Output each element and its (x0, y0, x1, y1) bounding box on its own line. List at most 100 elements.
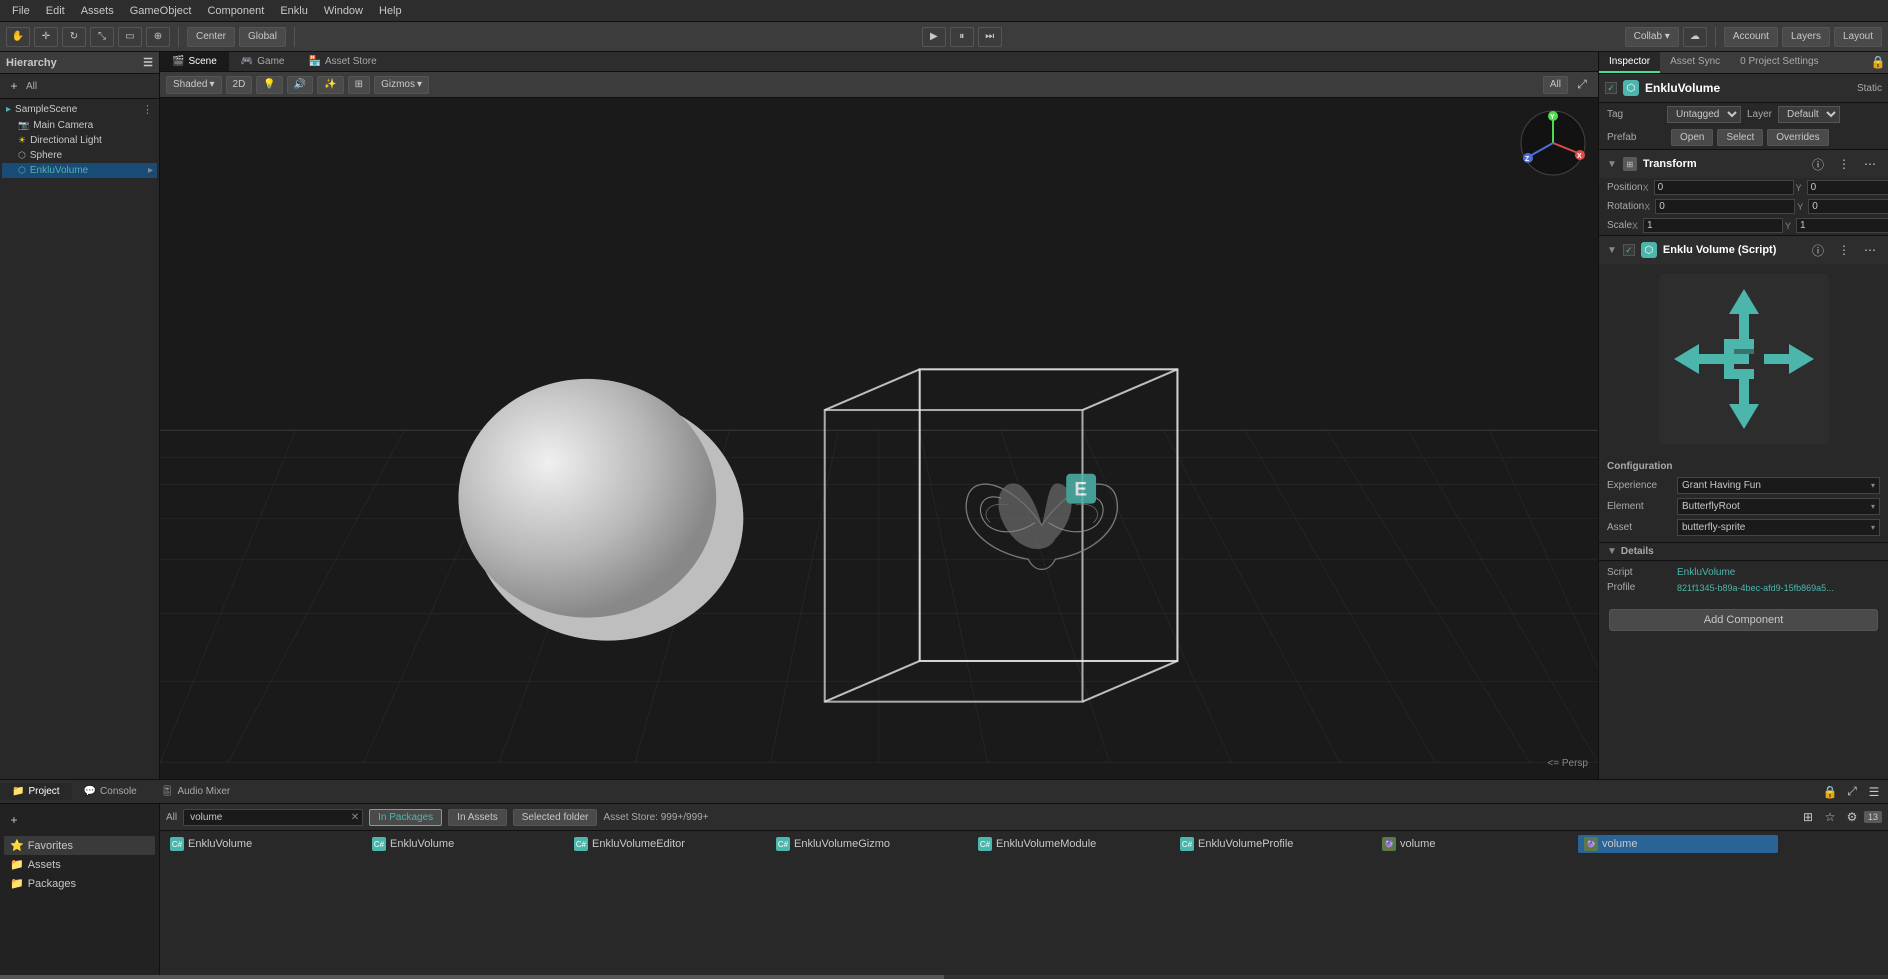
view-icon-btn[interactable]: ⊞ (1798, 807, 1818, 827)
rotation-y-input[interactable] (1808, 199, 1888, 214)
scene-maximize-btn[interactable]: ⤢ (1572, 75, 1592, 95)
tag-dropdown[interactable]: Untagged (1667, 106, 1741, 123)
2d-toggle[interactable]: 2D (226, 76, 253, 94)
scene-lighting-btn[interactable]: 💡 (256, 76, 282, 94)
scene-effects-btn[interactable]: ✨ (317, 76, 343, 94)
tab-console[interactable]: 💬 Console (72, 783, 149, 800)
profile-field-value[interactable]: 821f1345-b89a-4bec-afd9-15fb869a5... (1677, 583, 1834, 593)
sidebar-packages[interactable]: 📁 Packages (4, 874, 155, 893)
hierarchy-scene[interactable]: ▸ SampleScene ⋮ (2, 101, 157, 118)
scale-x-input[interactable] (1643, 218, 1783, 233)
filter-selected-folder[interactable]: Selected folder (513, 809, 598, 826)
bottom-maximize-btn[interactable]: ⤢ (1842, 782, 1862, 802)
step-button[interactable]: ⏭ (978, 27, 1002, 47)
collab-button[interactable]: Collab ▾ (1625, 27, 1679, 47)
object-name[interactable]: EnkluVolume (1645, 81, 1851, 95)
hierarchy-item-light[interactable]: ☀ Directional Light (2, 133, 157, 148)
prefab-overrides-btn[interactable]: Overrides (1767, 129, 1828, 146)
filter-in-assets[interactable]: In Assets (448, 809, 507, 826)
favorite-btn[interactable]: ☆ (1820, 807, 1840, 827)
filter-in-packages[interactable]: In Packages (369, 809, 442, 826)
transform-menu-btn[interactable]: ⋮ (1834, 154, 1854, 174)
shading-dropdown[interactable]: Shaded ▾ (166, 76, 222, 94)
scene-menu-icon[interactable]: ⋮ (142, 103, 153, 116)
transform-tool[interactable]: ⊕ (146, 27, 170, 47)
all-objects-btn[interactable]: All (1543, 76, 1568, 94)
sidebar-favorites[interactable]: ⭐ Favorites (4, 836, 155, 855)
menu-help[interactable]: Help (371, 3, 410, 19)
tab-project[interactable]: 📁 Project (0, 783, 72, 800)
bottom-lock-btn[interactable]: 🔒 (1820, 782, 1840, 802)
search-clear-btn[interactable]: ✕ (351, 812, 359, 823)
search-input[interactable] (183, 809, 363, 826)
add-component-button[interactable]: Add Component (1609, 609, 1878, 631)
layers-button[interactable]: Layers (1782, 27, 1830, 47)
result-item-enklu-volume-2[interactable]: C# EnkluVolume (366, 835, 566, 853)
pause-button[interactable]: ⏸ (950, 27, 974, 47)
result-item-volume-2[interactable]: 🔮 volume (1578, 835, 1778, 853)
tab-asset-store[interactable]: 🏪 Asset Store (297, 52, 389, 71)
space-mode-btn[interactable]: Global (239, 27, 286, 47)
element-value-field[interactable]: ButterflyRoot ▾ (1677, 498, 1880, 515)
hierarchy-add-btn[interactable]: + (4, 76, 24, 96)
details-toggle[interactable]: ▼ Details (1599, 542, 1888, 560)
pivot-mode-btn[interactable]: Center (187, 27, 235, 47)
panel-lock-btn[interactable]: 🔒 (1868, 52, 1888, 72)
result-item-volume-1[interactable]: 🔮 volume (1376, 835, 1576, 853)
result-item-enklu-gizmo[interactable]: C# EnkluVolumeGizmo (770, 835, 970, 853)
tab-audio-mixer[interactable]: 🎚 Audio Mixer (149, 783, 243, 800)
menu-file[interactable]: File (4, 3, 38, 19)
tab-asset-sync[interactable]: Asset Sync (1660, 52, 1730, 73)
result-item-enklu-module[interactable]: C# EnkluVolumeModule (972, 835, 1172, 853)
transform-more-btn[interactable]: ⋯ (1860, 154, 1880, 174)
scene-audio-btn[interactable]: 🔊 (287, 76, 313, 94)
hierarchy-item-camera[interactable]: 📷 Main Camera (2, 118, 157, 133)
script-field-value[interactable]: EnkluVolume (1677, 567, 1880, 578)
tab-game[interactable]: 🎮 Game (229, 52, 297, 71)
hand-tool[interactable]: ✋ (6, 27, 30, 47)
hierarchy-menu-icon[interactable]: ☰ (143, 56, 153, 69)
scene-overlay-btn[interactable]: ⊞ (348, 76, 370, 94)
tab-inspector[interactable]: Inspector (1599, 52, 1660, 73)
hierarchy-item-enklu[interactable]: ⬡ EnkluVolume ▸ (2, 163, 157, 178)
rect-tool[interactable]: ▭ (118, 27, 142, 47)
enklu-script-menu-btn[interactable]: ⋮ (1834, 240, 1854, 260)
prefab-select-btn[interactable]: Select (1717, 129, 1763, 146)
asset-value-field[interactable]: butterfly-sprite ▾ (1677, 519, 1880, 536)
object-active-checkbox[interactable] (1605, 82, 1617, 94)
menu-edit[interactable]: Edit (38, 3, 73, 19)
layer-dropdown[interactable]: Default (1778, 106, 1840, 123)
tab-project-settings[interactable]: 0 Project Settings (1730, 52, 1828, 73)
position-y-input[interactable] (1807, 180, 1888, 195)
rotation-x-input[interactable] (1655, 199, 1795, 214)
scale-tool[interactable]: ⤡ (90, 27, 114, 47)
bottom-menu-btn[interactable]: ☰ (1864, 782, 1884, 802)
project-add-btn[interactable]: + (4, 810, 24, 830)
tab-scene[interactable]: 🎬 Scene (160, 52, 229, 71)
layout-button[interactable]: Layout (1834, 27, 1882, 47)
experience-value-field[interactable]: Grant Having Fun ▾ (1677, 477, 1880, 494)
enklu-enabled-checkbox[interactable] (1623, 244, 1635, 256)
menu-assets[interactable]: Assets (73, 3, 122, 19)
enklu-script-more-btn[interactable]: ⋯ (1860, 240, 1880, 260)
rotate-tool[interactable]: ↻ (62, 27, 86, 47)
menu-enklu[interactable]: Enklu (272, 3, 316, 19)
transform-info-btn[interactable]: ⓘ (1808, 154, 1828, 174)
menu-component[interactable]: Component (199, 3, 272, 19)
cloud-button[interactable]: ☁ (1683, 27, 1707, 47)
move-tool[interactable]: ✛ (34, 27, 58, 47)
result-item-enklu-profile[interactable]: C# EnkluVolumeProfile (1174, 835, 1374, 853)
enklu-script-info-btn[interactable]: ⓘ (1808, 240, 1828, 260)
sidebar-assets[interactable]: 📁 Assets (4, 855, 155, 874)
result-item-enklu-editor[interactable]: C# EnkluVolumeEditor (568, 835, 768, 853)
prefab-open-btn[interactable]: Open (1671, 129, 1713, 146)
menu-window[interactable]: Window (316, 3, 371, 19)
hierarchy-item-sphere[interactable]: ⬡ Sphere (2, 148, 157, 163)
scale-y-input[interactable] (1796, 218, 1888, 233)
account-button[interactable]: Account (1724, 27, 1778, 47)
play-button[interactable]: ▶ (922, 27, 946, 47)
enklu-script-header[interactable]: ▼ ⬡ Enklu Volume (Script) ⓘ ⋮ ⋯ (1599, 235, 1888, 264)
menu-gameobject[interactable]: GameObject (122, 3, 200, 19)
position-x-input[interactable] (1654, 180, 1794, 195)
gizmos-btn[interactable]: Gizmos ▾ (374, 76, 429, 94)
